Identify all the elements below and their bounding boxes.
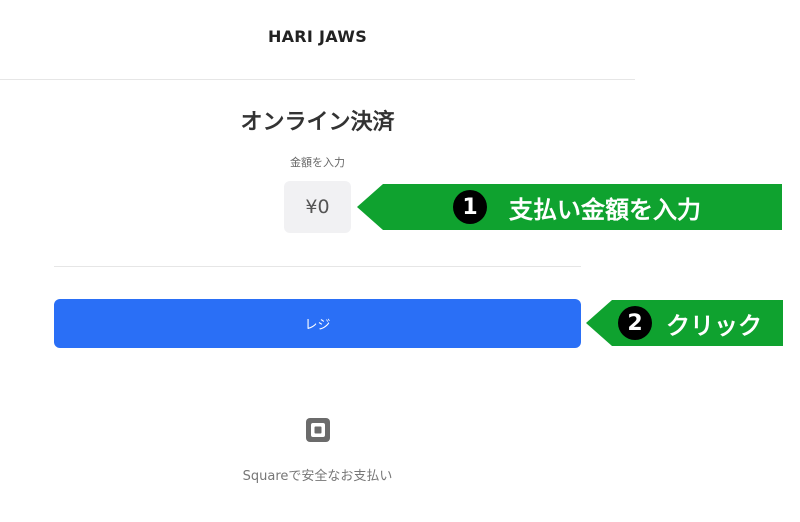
store-name: HARI JAWS xyxy=(267,27,368,46)
annotation-callout-2: 2 クリック xyxy=(586,300,783,346)
callout-arrow xyxy=(357,184,383,230)
header-divider xyxy=(0,79,635,80)
callout-body: 2 クリック xyxy=(612,300,783,346)
callout-arrow xyxy=(586,300,612,346)
amount-label: 金額を入力 xyxy=(290,156,345,169)
page-title: オンライン決済 xyxy=(240,110,395,135)
content-divider xyxy=(54,266,581,267)
square-logo-icon xyxy=(306,418,330,442)
callout-text: 支払い金額を入力 xyxy=(509,195,701,224)
callout-text: クリック xyxy=(666,311,762,340)
annotation-callout-1: 1 支払い金額を入力 xyxy=(357,184,782,230)
callout-body: 1 支払い金額を入力 xyxy=(383,184,782,230)
checkout-button[interactable]: レジ xyxy=(54,299,581,348)
powered-by-text: Squareで安全なお支払い xyxy=(242,469,393,484)
checkout-page: HARI JAWS オンライン決済 金額を入力 レジ Squareで安全なお支払… xyxy=(0,0,800,522)
amount-input[interactable] xyxy=(284,181,351,233)
step-number-badge: 1 xyxy=(453,190,487,224)
step-number-badge: 2 xyxy=(618,306,652,340)
